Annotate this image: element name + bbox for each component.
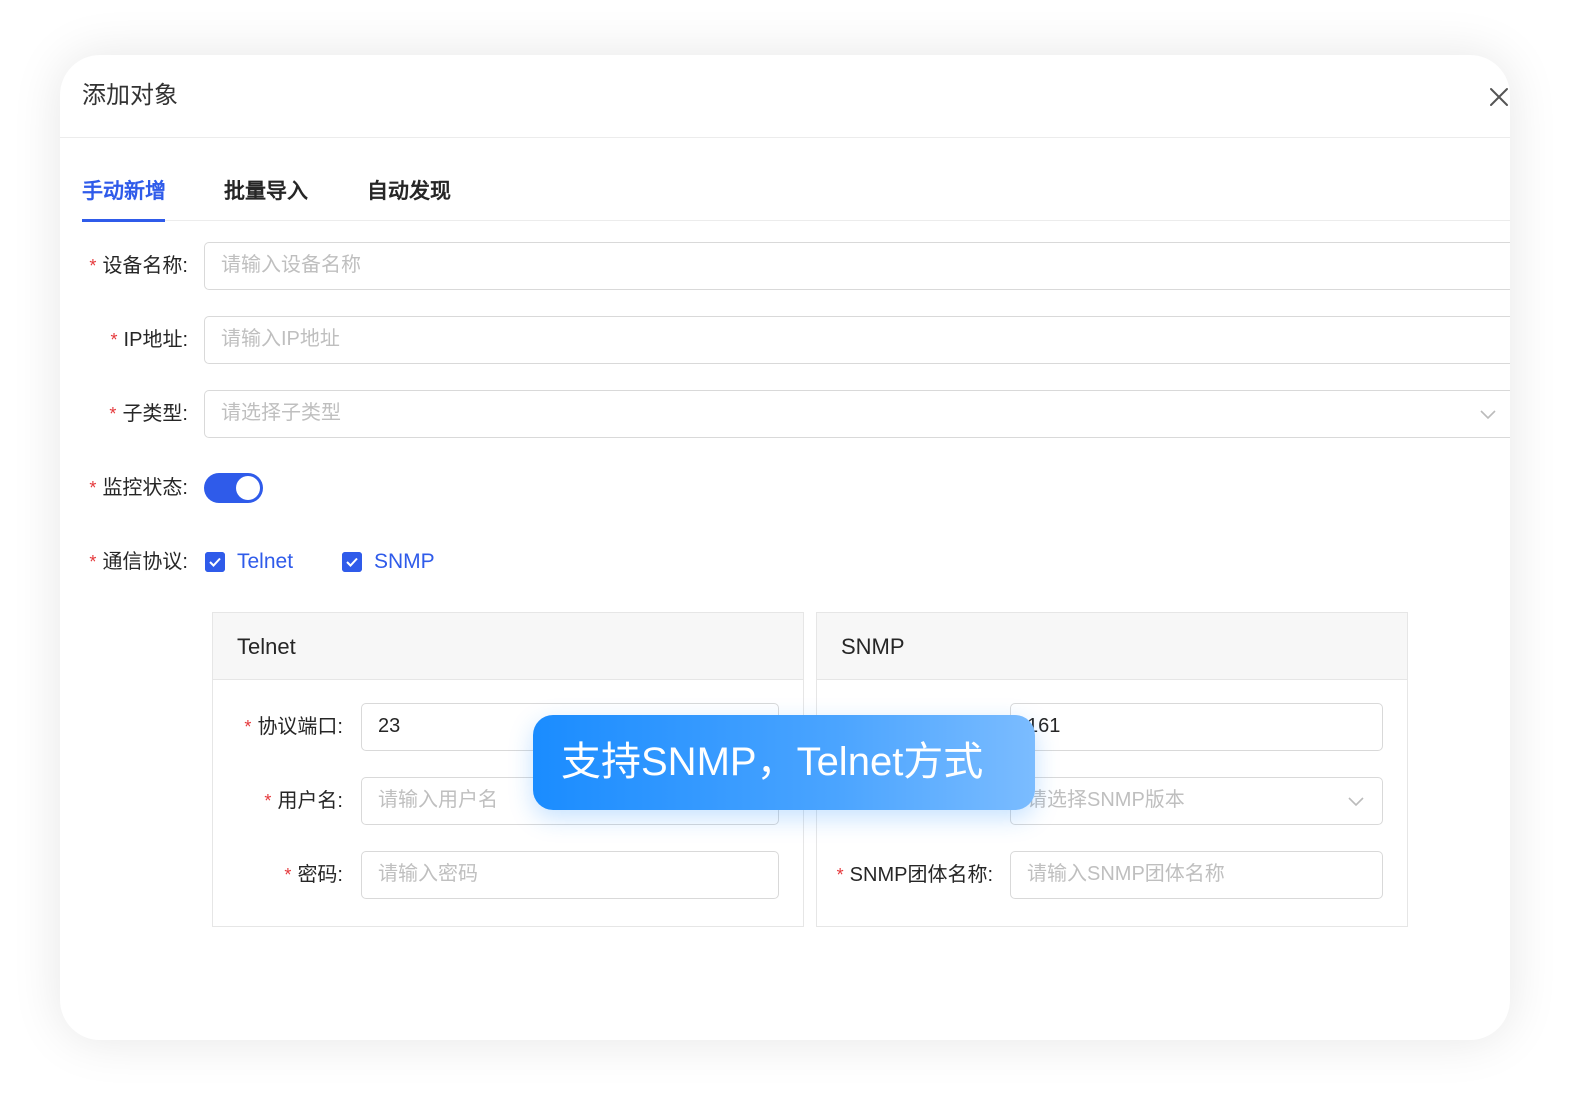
close-icon[interactable] [1483, 81, 1510, 113]
toggle-knob [236, 476, 260, 500]
monitor-status-label-text: 监控状态: [102, 477, 188, 499]
tab-batch-import[interactable]: 批量导入 [224, 178, 308, 206]
subtype-select[interactable]: 请选择子类型 [204, 390, 1510, 438]
telnet-username-label-text: 用户名: [277, 790, 343, 812]
snmp-checkbox[interactable] [342, 552, 362, 572]
required-mark: * [89, 256, 97, 276]
tab-auto-discover[interactable]: 自动发现 [367, 178, 451, 206]
ip-address-row: * IP地址: 请输入IP地址 [60, 316, 1510, 364]
device-name-label: * 设备名称: [60, 242, 188, 290]
required-mark: * [89, 478, 97, 498]
snmp-community-label: * SNMP团体名称: [817, 851, 993, 899]
ip-address-label-text: IP地址: [123, 329, 188, 351]
telnet-password-row: * 密码: 请输入密码 [213, 851, 803, 899]
device-name-input[interactable]: 请输入设备名称 [204, 242, 1510, 290]
telnet-username-label: * 用户名: [213, 777, 343, 825]
snmp-checkbox-label[interactable]: SNMP [374, 548, 435, 576]
active-tab-indicator [82, 219, 165, 222]
telnet-password-label: * 密码: [213, 851, 343, 899]
telnet-checkbox-label[interactable]: Telnet [237, 548, 293, 576]
required-mark: * [110, 330, 118, 350]
subtype-placeholder: 请选择子类型 [221, 402, 341, 424]
monitor-status-label: * 监控状态: [60, 464, 188, 512]
tab-label: 自动发现 [367, 180, 451, 203]
feature-banner: 支持SNMP，Telnet方式 [533, 715, 1035, 810]
protocol-label-text: 通信协议: [102, 551, 188, 573]
dialog-title: 添加对象 [82, 82, 178, 109]
tab-label: 批量导入 [224, 180, 308, 203]
snmp-version-placeholder: 请选择SNMP版本 [1027, 789, 1185, 811]
telnet-password-input[interactable]: 请输入密码 [361, 851, 779, 899]
telnet-port-label-text: 协议端口: [257, 716, 343, 738]
required-mark: * [244, 717, 252, 737]
snmp-version-select[interactable]: 请选择SNMP版本 [1010, 777, 1383, 825]
telnet-port-label: * 协议端口: [213, 703, 343, 751]
protocol-label: * 通信协议: [60, 538, 188, 586]
telnet-checkbox[interactable] [205, 552, 225, 572]
monitor-status-toggle[interactable] [204, 473, 263, 503]
banner-text: 支持SNMP，Telnet方式 [561, 740, 984, 784]
required-mark: * [89, 552, 97, 572]
chevron-down-icon [1348, 797, 1364, 807]
ip-address-input[interactable]: 请输入IP地址 [204, 316, 1510, 364]
chevron-down-icon [1480, 410, 1496, 420]
tab-label: 手动新增 [82, 180, 166, 203]
subtype-label-text: 子类型: [122, 403, 188, 425]
telnet-card-header: Telnet [213, 613, 803, 680]
device-name-label-text: 设备名称: [102, 255, 188, 277]
telnet-password-label-text: 密码: [297, 864, 343, 886]
ip-address-label: * IP地址: [60, 316, 188, 364]
required-mark: * [284, 865, 292, 885]
tab-bar: 手动新增 批量导入 自动发现 [82, 138, 1510, 222]
device-name-row: * 设备名称: 请输入设备名称 [60, 242, 1510, 290]
snmp-community-row: * SNMP团体名称: 请输入SNMP团体名称 [817, 851, 1407, 899]
required-mark: * [264, 791, 272, 811]
tab-manual-add[interactable]: 手动新增 [82, 178, 166, 222]
subtype-label: * 子类型: [60, 390, 188, 438]
snmp-port-input[interactable]: 161 [1010, 703, 1383, 751]
required-mark: * [836, 865, 844, 885]
add-object-dialog: 添加对象 手动新增 批量导入 自动发现 * 设备名称: 请输入设备名称 * IP地址… [60, 55, 1510, 1040]
subtype-row: * 子类型: 请选择子类型 [60, 390, 1510, 438]
snmp-card-header: SNMP [817, 613, 1407, 680]
snmp-community-input[interactable]: 请输入SNMP团体名称 [1010, 851, 1383, 899]
dialog-header: 添加对象 [60, 55, 1510, 138]
snmp-card-title: SNMP [841, 634, 905, 659]
snmp-community-label-text: SNMP团体名称: [849, 864, 993, 886]
telnet-card-title: Telnet [237, 634, 296, 659]
required-mark: * [109, 404, 117, 424]
